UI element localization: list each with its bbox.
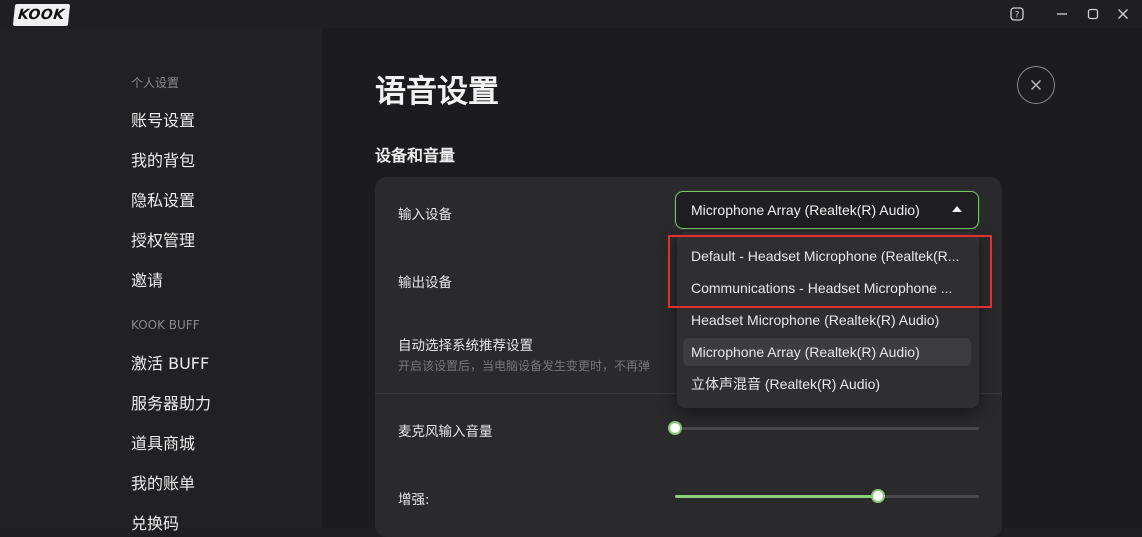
close-icon <box>1031 80 1041 90</box>
window-close-icon[interactable] <box>1112 4 1134 24</box>
page-title: 语音设置 <box>375 74 499 110</box>
boost-label: 增强: <box>398 492 430 508</box>
minimize-icon[interactable] <box>1051 4 1073 24</box>
sidebar-section-personal: 个人设置 <box>131 76 180 90</box>
close-settings-button[interactable] <box>1017 66 1055 104</box>
auto-select-description: 开启该设置后，当电脑设备发生变更时，不再弹 <box>398 359 651 373</box>
help-icon[interactable]: ? <box>1006 4 1028 24</box>
mic-volume-thumb[interactable] <box>668 421 682 435</box>
sidebar-item-authorization[interactable]: 授权管理 <box>131 227 195 251</box>
highlight-box <box>668 235 992 308</box>
sidebar-item-invite[interactable]: 邀请 <box>131 267 163 291</box>
maximize-icon[interactable] <box>1082 4 1104 24</box>
dropdown-option[interactable]: 立体声混音 (Realtek(R) Audio) <box>683 370 971 398</box>
output-device-label: 输出设备 <box>398 275 452 291</box>
dropdown-option[interactable]: Headset Microphone (Realtek(R) Audio) <box>683 306 971 334</box>
sidebar-item-account[interactable]: 账号设置 <box>131 107 195 131</box>
boost-slider-fill <box>675 495 878 498</box>
input-device-select[interactable]: Microphone Array (Realtek(R) Audio) <box>675 191 979 229</box>
sidebar-item-activate-buff[interactable]: 激活 BUFF <box>131 350 209 374</box>
mic-volume-slider[interactable] <box>675 427 979 430</box>
mic-volume-label: 麦克风输入音量 <box>398 424 493 440</box>
kook-logo: KOOK <box>12 4 70 26</box>
auto-select-label: 自动选择系统推荐设置 <box>398 338 533 354</box>
sidebar-item-server-boost[interactable]: 服务器助力 <box>131 390 211 414</box>
caret-up-icon <box>952 206 962 212</box>
boost-thumb[interactable] <box>871 489 885 503</box>
svg-text:?: ? <box>1015 11 1020 21</box>
sidebar-item-item-shop[interactable]: 道具商城 <box>131 430 195 454</box>
sidebar-item-privacy[interactable]: 隐私设置 <box>131 187 195 211</box>
dropdown-option-selected[interactable]: Microphone Array (Realtek(R) Audio) <box>683 338 971 366</box>
sidebar-section-buff: KOOK BUFF <box>131 318 200 332</box>
input-device-value: Microphone Array (Realtek(R) Audio) <box>691 202 920 218</box>
section-title-devices: 设备和音量 <box>375 146 456 165</box>
sidebar-item-billing[interactable]: 我的账单 <box>131 470 195 494</box>
input-device-label: 输入设备 <box>398 207 452 223</box>
title-bar: KOOK ? <box>0 0 1142 28</box>
sidebar-item-redeem[interactable]: 兑换码 <box>131 510 179 534</box>
sidebar-item-backpack[interactable]: 我的背包 <box>131 147 195 171</box>
